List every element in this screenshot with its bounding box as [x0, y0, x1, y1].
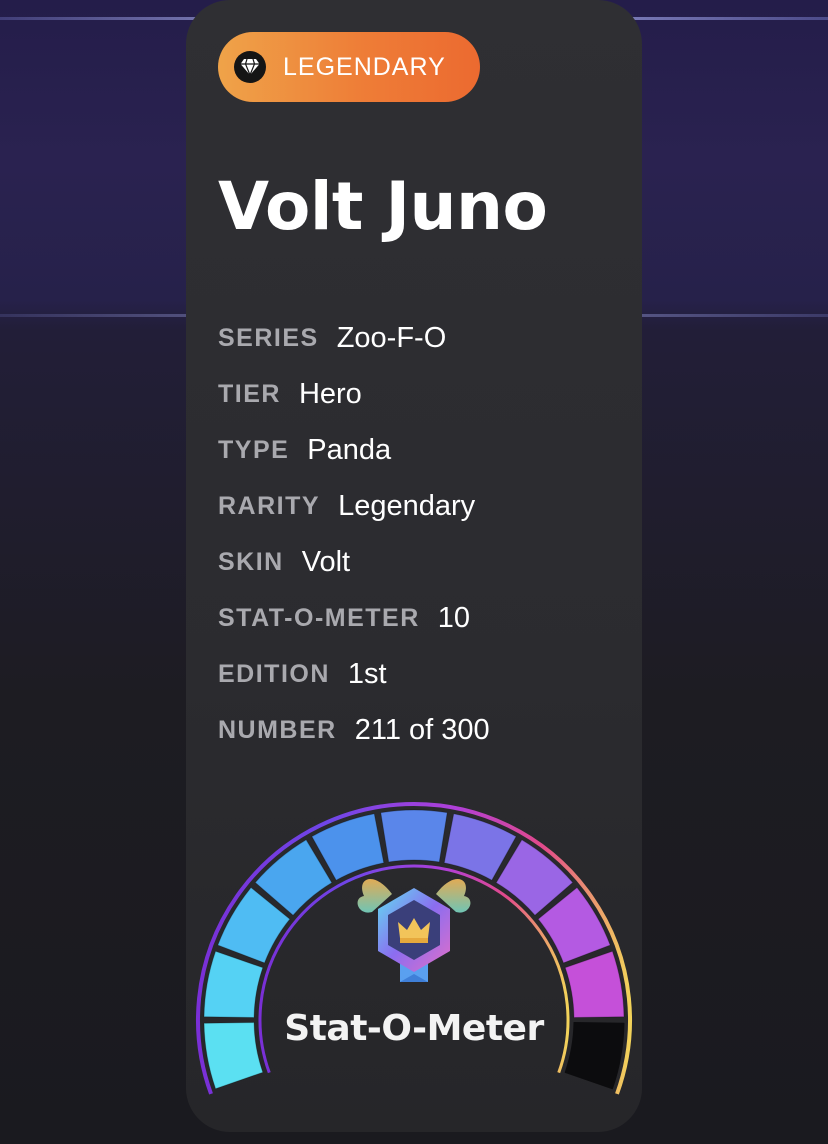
crown-medal-icon	[357, 879, 471, 982]
rarity-badge-label: LEGENDARY	[283, 52, 446, 81]
attribute-row-stat-o-meter: STAT-O-METER 10	[218, 590, 490, 646]
attribute-value: Panda	[307, 433, 392, 466]
attribute-key: RARITY	[218, 491, 321, 520]
attribute-value: Zoo-F-O	[336, 321, 447, 354]
attribute-row-series: SERIES Zoo-F-O	[218, 310, 490, 366]
card-title: Volt Juno	[218, 168, 548, 245]
stat-o-meter-gauge	[196, 802, 632, 1095]
attribute-key: SERIES	[218, 323, 319, 352]
attribute-value: 211 of 300	[354, 713, 490, 746]
rarity-badge: LEGENDARY	[218, 32, 480, 102]
attribute-key: EDITION	[218, 659, 330, 688]
attribute-value: 10	[437, 601, 471, 634]
attribute-value: Hero	[298, 377, 362, 410]
nft-info-card: LEGENDARY Volt Juno SERIES Zoo-F-O TIER …	[186, 0, 642, 1132]
attribute-key: TIER	[218, 379, 281, 408]
attribute-row-number: NUMBER 211 of 300	[218, 702, 490, 758]
attribute-key: SKIN	[218, 547, 284, 576]
attribute-list: SERIES Zoo-F-O TIER Hero TYPE Panda RARI…	[218, 310, 490, 758]
attribute-row-skin: SKIN Volt	[218, 534, 490, 590]
attribute-row-rarity: RARITY Legendary	[218, 478, 490, 534]
attribute-row-tier: TIER Hero	[218, 366, 490, 422]
attribute-value: 1st	[347, 657, 387, 690]
gauge-label: Stat-O-Meter	[284, 1008, 544, 1049]
attribute-key: NUMBER	[218, 715, 337, 744]
gauge-segment-filled	[380, 809, 448, 863]
attribute-key: TYPE	[218, 435, 290, 464]
diamond-icon	[234, 51, 266, 83]
attribute-key: STAT-O-METER	[218, 603, 420, 632]
attribute-row-edition: EDITION 1st	[218, 646, 490, 702]
attribute-value: Legendary	[338, 489, 476, 522]
attribute-value: Volt	[301, 545, 351, 578]
attribute-row-type: TYPE Panda	[218, 422, 490, 478]
